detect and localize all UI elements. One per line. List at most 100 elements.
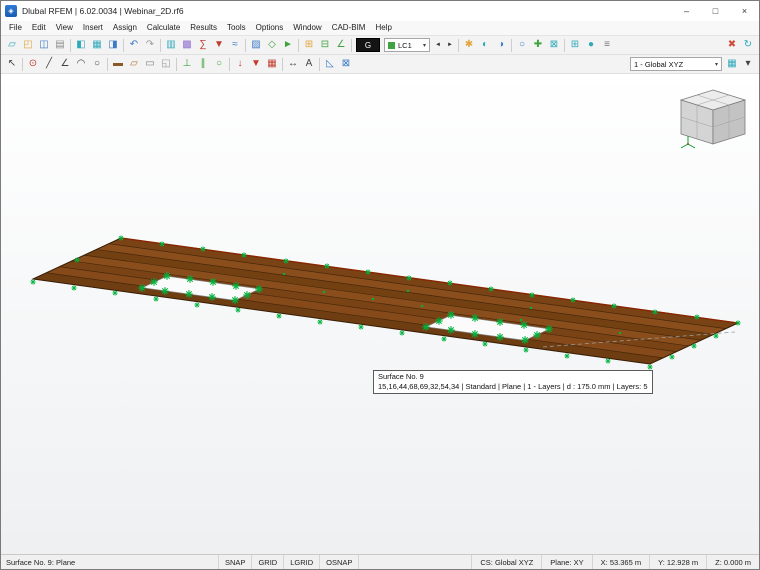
minimize-button[interactable]: –	[672, 1, 701, 21]
self-weight-label: G	[365, 41, 371, 50]
navigation-cube[interactable]	[681, 90, 745, 148]
chevron-down-icon: ▾	[712, 61, 718, 68]
menu-window[interactable]: Window	[288, 21, 326, 35]
toolbar-insert: ↖⊙╱∠◠○▬▱▭◱⊥∥○↓▼▦↔A◺⊠ 1 - Global XYZ ▾ ▦▾	[1, 55, 759, 74]
statusbar-coordinate-system[interactable]: CS: Global XYZ	[471, 555, 541, 569]
favorites-icon[interactable]: ✱	[461, 37, 477, 53]
clipping-planes-icon[interactable]: ⊠	[338, 56, 354, 72]
open-file-icon[interactable]: ◰	[20, 37, 36, 53]
smooth-results-icon[interactable]: ◇	[264, 37, 280, 53]
undo-icon[interactable]: ↶	[126, 37, 142, 53]
new-circle-icon[interactable]: ○	[89, 56, 105, 72]
menu-calculate[interactable]: Calculate	[142, 21, 185, 35]
menubar: FileEditViewInsertAssignCalculateResults…	[1, 21, 759, 36]
load-cases-icon[interactable]: ⊞	[301, 37, 317, 53]
add-on-modules-icon[interactable]: ⊞	[567, 37, 583, 53]
new-opening-icon[interactable]: ▭	[142, 56, 158, 72]
previous-load-case-button[interactable]: ◄	[432, 38, 444, 52]
dimension-icon[interactable]: ↔	[285, 56, 301, 72]
menu-view[interactable]: View	[51, 21, 78, 35]
view-point-icon[interactable]: ◐	[477, 37, 493, 53]
fe-mesh-icon[interactable]: ▩	[179, 37, 195, 53]
menu-file[interactable]: File	[4, 21, 27, 35]
menu-assign[interactable]: Assign	[108, 21, 142, 35]
window-controls: – □ ×	[672, 1, 759, 21]
new-surface-icon[interactable]: ▱	[126, 56, 142, 72]
new-polyline-icon[interactable]: ∠	[57, 56, 73, 72]
menu-help[interactable]: Help	[370, 21, 396, 35]
new-solid-icon[interactable]: ◱	[158, 56, 174, 72]
coordinate-system-selector[interactable]: 1 - Global XYZ ▾	[630, 57, 722, 71]
model-canvas[interactable]: Surface No. 9 15,16,44,68,69,32,54,34 | …	[1, 74, 759, 554]
toolbar-separator	[107, 58, 108, 71]
new-line-icon[interactable]: ╱	[41, 56, 57, 72]
regenerate-model-icon[interactable]: ↻	[740, 37, 756, 53]
menu-results[interactable]: Results	[185, 21, 222, 35]
window-title: Dlubal RFEM | 6.02.0034 | Webinar_2D.rf6	[22, 6, 184, 16]
load-case-color-swatch	[388, 42, 395, 49]
new-node-icon[interactable]: ⊙	[25, 56, 41, 72]
new-member-icon[interactable]: ▬	[110, 56, 126, 72]
copy-icon[interactable]: ◨	[105, 37, 121, 53]
user-account-icon[interactable]: ●	[583, 37, 599, 53]
full-view-icon[interactable]: ⊠	[546, 37, 562, 53]
calculate-all-icon[interactable]: ∑	[195, 37, 211, 53]
tooltip-title: Surface No. 9	[378, 372, 648, 382]
visibility-icon[interactable]: ◑	[493, 37, 509, 53]
menu-tools[interactable]: Tools	[222, 21, 251, 35]
statusbar-toggle-grid[interactable]: GRID	[252, 555, 284, 569]
zoom-icon[interactable]: ○	[514, 37, 530, 53]
statusbar-y-coordinate: Y: 12.928 m	[649, 555, 706, 569]
chevron-down-icon: ▾	[420, 42, 426, 49]
render-mode-icon[interactable]: ▦	[724, 56, 740, 72]
new-arc-icon[interactable]: ◠	[73, 56, 89, 72]
self-weight-toggle-button[interactable]: G	[356, 38, 380, 52]
annotation-icon[interactable]: A	[301, 56, 317, 72]
results-icon[interactable]: ≈	[227, 37, 243, 53]
statusbar-message: Surface No. 9: Plane	[1, 555, 219, 569]
statusbar-work-plane[interactable]: Plane: XY	[541, 555, 591, 569]
load-combinations-icon[interactable]: ⊟	[317, 37, 333, 53]
configuration-icon[interactable]: ≡	[599, 37, 615, 53]
load-case-selector[interactable]: LC1 ▾	[384, 38, 430, 52]
toolbar-separator	[70, 39, 71, 52]
close-button[interactable]: ×	[730, 1, 759, 21]
project-navigator-icon[interactable]: ◧	[73, 37, 89, 53]
section-icon[interactable]: ◺	[322, 56, 338, 72]
result-diagrams-icon[interactable]: ▨	[248, 37, 264, 53]
structure-model[interactable]	[31, 236, 741, 370]
print-icon[interactable]: ▤	[52, 37, 68, 53]
statusbar-toggle-osnap[interactable]: OSNAP	[320, 555, 359, 569]
new-model-icon[interactable]: ▱	[4, 37, 20, 53]
model-view[interactable]	[1, 74, 759, 554]
next-load-case-button[interactable]: ►	[444, 38, 456, 52]
redo-icon[interactable]: ↷	[142, 37, 158, 53]
statusbar-toggle-lgrid[interactable]: LGRID	[284, 555, 320, 569]
menu-edit[interactable]: Edit	[27, 21, 51, 35]
toolbar-separator	[245, 39, 246, 52]
line-hinge-icon[interactable]: ○	[211, 56, 227, 72]
imperfections-icon[interactable]: ∠	[333, 37, 349, 53]
statusbar-toggle-snap[interactable]: SNAP	[219, 555, 252, 569]
surface-tooltip: Surface No. 9 15,16,44,68,69,32,54,34 | …	[373, 370, 653, 394]
select-pointer-icon[interactable]: ↖	[4, 56, 20, 72]
display-panel-icon[interactable]: ▥	[163, 37, 179, 53]
move-view-icon[interactable]: ✚	[530, 37, 546, 53]
close-results-icon[interactable]: ✖	[724, 37, 740, 53]
maximize-button[interactable]: □	[701, 1, 730, 21]
nodal-load-icon[interactable]: ↓	[232, 56, 248, 72]
menu-insert[interactable]: Insert	[78, 21, 108, 35]
line-load-icon[interactable]: ▼	[248, 56, 264, 72]
app-icon: ◈	[5, 5, 17, 17]
nodal-support-icon[interactable]: ⊥	[179, 56, 195, 72]
save-file-icon[interactable]: ◫	[36, 37, 52, 53]
toolbar-separator	[564, 39, 565, 52]
tables-icon[interactable]: ▦	[89, 37, 105, 53]
menu-cad-bim[interactable]: CAD-BIM	[327, 21, 371, 35]
surface-load-icon[interactable]: ▦	[264, 56, 280, 72]
view-options-icon[interactable]: ▾	[740, 56, 756, 72]
menu-options[interactable]: Options	[251, 21, 289, 35]
loading-icon[interactable]: ▼	[211, 37, 227, 53]
line-support-icon[interactable]: ∥	[195, 56, 211, 72]
animation-icon[interactable]: ►	[280, 37, 296, 53]
